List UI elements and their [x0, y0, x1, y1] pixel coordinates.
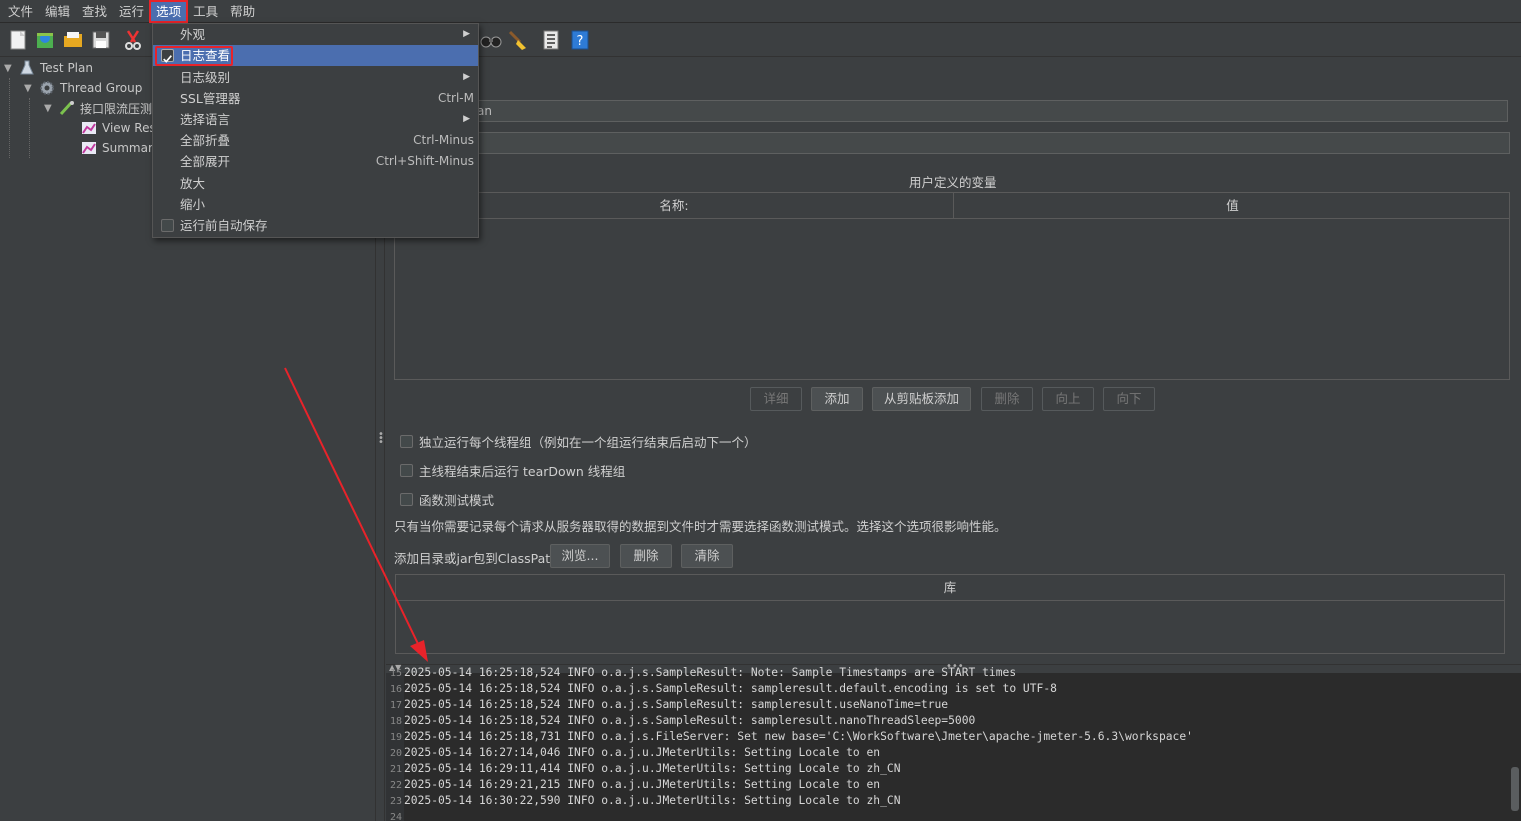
comment-field[interactable]	[470, 132, 1510, 154]
menu-help[interactable]: 帮助	[224, 1, 261, 22]
search-binoculars-icon[interactable]	[479, 28, 503, 52]
tree-node-thread-group[interactable]: ▼ Thread Group	[24, 78, 142, 98]
menu-file[interactable]: 文件	[2, 1, 39, 22]
checkbox[interactable]	[400, 464, 413, 477]
functional-mode-note: 只有当你需要记录每个请求从服务器取得的数据到文件时才需要选择函数测试模式。选择这…	[394, 519, 1007, 534]
log-line: 23 2025-05-14 16:30:22,590 INFO o.a.j.u.J…	[389, 794, 901, 807]
tree-node-label: Thread Group	[60, 81, 143, 95]
templates-icon[interactable]	[33, 28, 57, 52]
drag-handle-icon[interactable]: •••	[378, 430, 384, 448]
name-field[interactable]: an	[470, 100, 1508, 122]
checkbox[interactable]	[400, 493, 413, 506]
library-column-header[interactable]: 库	[396, 575, 1504, 601]
tree-node-label: 接口限流压测	[80, 101, 153, 116]
menu-item-log-level[interactable]: 日志级别 ▶	[153, 67, 478, 88]
shortcut-label: Ctrl+Shift-Minus	[375, 154, 474, 168]
chart-icon	[82, 142, 96, 154]
log-line: 21 2025-05-14 16:29:11,414 INFO o.a.j.u.J…	[389, 762, 901, 775]
menubar: 文件 编辑 查找 运行 选项 工具 帮助	[0, 0, 1521, 23]
checkbox-label: 独立运行每个线程组（例如在一个组运行结束后启动下一个）	[419, 435, 757, 450]
cut-icon[interactable]	[121, 28, 145, 52]
checkbox-label: 函数测试模式	[419, 493, 495, 508]
detail-button[interactable]: 详细	[750, 387, 802, 411]
checkbox-label: 主线程结束后运行 tearDown 线程组	[419, 464, 626, 479]
log-line: 18 2025-05-14 16:25:18,524 INFO o.a.j.s.S…	[389, 714, 976, 727]
pipette-icon	[59, 101, 74, 116]
help-icon[interactable]: ?	[568, 28, 592, 52]
submenu-arrow-icon: ▶	[463, 114, 470, 124]
tree-guide-line	[9, 78, 10, 158]
menu-item-ssl-manager[interactable]: SSL管理器 Ctrl-M	[153, 88, 478, 109]
tree-guide-line	[29, 98, 30, 158]
options-menu-dropdown: 外观 ▶ 日志查看 日志级别 ▶ SSL管理器 Ctrl-M 选择语言 ▶ 全部…	[152, 23, 479, 238]
new-file-icon[interactable]	[6, 28, 30, 52]
annotation-highlight-box	[155, 46, 233, 66]
menu-item-zoom-out[interactable]: 缩小	[153, 194, 478, 215]
tree-node-view-results[interactable]: View Resu	[80, 118, 163, 138]
menu-item-log-viewer[interactable]: 日志查看	[153, 45, 478, 66]
log-viewer[interactable]: 15 2025-05-14 16:25:18,524 INFO o.a.j.s.S…	[386, 666, 1521, 821]
open-folder-icon[interactable]	[61, 28, 85, 52]
table-header: 名称: 值	[395, 193, 1509, 219]
move-up-button[interactable]: 向上	[1042, 387, 1094, 411]
add-from-clipboard-button[interactable]: 从剪贴板添加	[872, 387, 971, 411]
shortcut-label: Ctrl-M	[437, 91, 474, 105]
log-line: 24	[389, 812, 402, 821]
tree-node-summary[interactable]: Summary	[80, 138, 160, 158]
menu-search[interactable]: 查找	[76, 1, 113, 22]
menu-item-expand-all[interactable]: 全部展开 Ctrl+Shift-Minus	[153, 151, 478, 172]
menu-tools[interactable]: 工具	[187, 1, 224, 22]
menu-item-appearance[interactable]: 外观 ▶	[153, 24, 478, 45]
browse-button[interactable]: 浏览...	[550, 544, 610, 568]
functional-test-mode-option[interactable]: 函数测试模式	[400, 490, 494, 509]
clear-broom-icon[interactable]	[506, 28, 530, 52]
column-value-header[interactable]: 值	[954, 193, 1511, 219]
menu-options[interactable]: 选项	[149, 0, 189, 23]
chevron-down-icon[interactable]: ▼	[44, 103, 58, 114]
test-plan-editor: an 用户定义的变量 名称: 值 详细 添加 从剪贴板添加 删除 向上 向下 独…	[386, 58, 1521, 664]
log-scrollbar-thumb[interactable]	[1511, 767, 1519, 811]
log-line: 20 2025-05-14 16:27:14,046 INFO o.a.j.u.J…	[389, 746, 881, 759]
tree-node-test-plan[interactable]: ▼ Test Plan	[4, 58, 93, 78]
chevron-down-icon[interactable]: ▼	[4, 63, 18, 74]
classpath-clear-button[interactable]: 清除	[681, 544, 733, 568]
menu-run[interactable]: 运行	[113, 1, 150, 22]
checkbox[interactable]	[161, 219, 174, 232]
teardown-after-shutdown-option[interactable]: 主线程结束后运行 tearDown 线程组	[400, 461, 625, 480]
tree-node-sampler[interactable]: ▼ 接口限流压测	[44, 98, 152, 118]
delete-button[interactable]: 删除	[981, 387, 1033, 411]
log-line: 16 2025-05-14 16:25:18,524 INFO o.a.j.s.S…	[389, 682, 1057, 695]
menu-edit[interactable]: 编辑	[39, 1, 76, 22]
flask-icon	[20, 60, 34, 75]
log-line: 15 2025-05-14 16:25:18,524 INFO o.a.j.s.S…	[389, 666, 1017, 679]
run-thread-groups-consecutively-option[interactable]: 独立运行每个线程组（例如在一个组运行结束后启动下一个）	[400, 432, 757, 451]
log-line: 19 2025-05-14 16:25:18,731 INFO o.a.j.s.F…	[389, 730, 1193, 743]
menu-item-autosave-before-run[interactable]: 运行前自动保存	[153, 215, 478, 236]
save-icon[interactable]	[89, 28, 113, 52]
log-line: 22 2025-05-14 16:29:21,215 INFO o.a.j.u.J…	[389, 778, 881, 791]
classpath-delete-button[interactable]: 删除	[620, 544, 672, 568]
classpath-label: 添加目录或jar包到ClassPath	[394, 551, 559, 566]
gear-icon	[40, 81, 54, 95]
submenu-arrow-icon: ▶	[463, 29, 470, 39]
function-helper-icon[interactable]	[539, 28, 563, 52]
menu-item-choose-language[interactable]: 选择语言 ▶	[153, 109, 478, 130]
checkbox[interactable]	[400, 435, 413, 448]
log-line: 17 2025-05-14 16:25:18,524 INFO o.a.j.s.S…	[389, 698, 949, 711]
user-variables-title: 用户定义的变量	[909, 175, 997, 190]
tree-node-label: Test Plan	[40, 61, 93, 75]
menu-item-collapse-all[interactable]: 全部折叠 Ctrl-Minus	[153, 130, 478, 151]
chevron-down-icon[interactable]: ▼	[24, 83, 38, 94]
chart-icon	[82, 122, 96, 134]
user-variables-table[interactable]: 名称: 值	[394, 192, 1510, 380]
jmeter-window: 文件 编辑 查找 运行 选项 工具 帮助 ? ▼ Test Plan ▼ Thr…	[0, 0, 1521, 821]
library-table[interactable]: 库	[395, 574, 1505, 654]
svg-text:?: ?	[577, 34, 584, 49]
menu-item-zoom-in[interactable]: 放大	[153, 173, 478, 194]
submenu-arrow-icon: ▶	[463, 72, 470, 82]
add-button[interactable]: 添加	[811, 387, 863, 411]
move-down-button[interactable]: 向下	[1103, 387, 1155, 411]
shortcut-label: Ctrl-Minus	[413, 133, 474, 147]
